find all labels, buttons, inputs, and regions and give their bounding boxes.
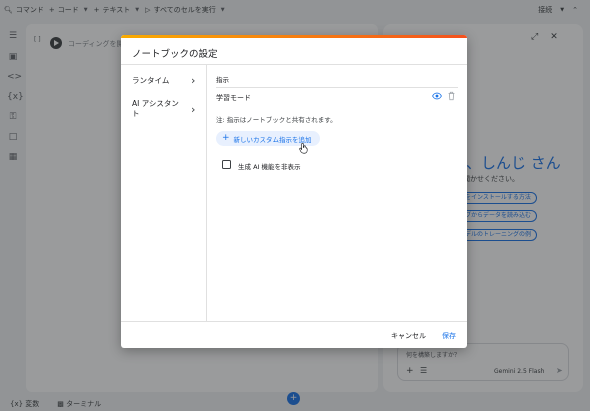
nav-item-ai-assistant[interactable]: AI アシスタント › — [121, 97, 206, 125]
divider — [216, 87, 458, 88]
cancel-button[interactable]: キャンセル — [391, 331, 426, 341]
hide-ai-checkbox[interactable] — [222, 160, 231, 169]
instruction-name: 学習モード — [216, 94, 251, 102]
nav-item-label: ランタイム — [132, 76, 170, 85]
dialog-accent-bar — [121, 35, 467, 38]
chevron-right-icon: › — [191, 103, 196, 116]
trash-icon[interactable] — [447, 91, 456, 101]
dialog-title: ノートブックの設定 — [132, 49, 218, 60]
nav-item-label: AI アシスタント — [132, 99, 179, 118]
divider — [121, 321, 467, 322]
save-button[interactable]: 保存 — [442, 331, 456, 341]
plus-icon: + — [222, 133, 230, 143]
divider — [121, 64, 467, 65]
eye-icon[interactable] — [432, 91, 442, 101]
hide-ai-label: 生成 AI 機能を非表示 — [238, 163, 301, 171]
nav-item-runtime[interactable]: ランタイム › — [121, 71, 206, 93]
hand-cursor-icon — [299, 142, 308, 154]
divider — [206, 65, 207, 321]
sharing-note: 注: 指示はノートブックと共有されます。 — [216, 116, 337, 124]
notebook-settings-dialog: ノートブックの設定 ランタイム › AI アシスタント › 指示 学習モード 注… — [121, 35, 467, 348]
chevron-right-icon: › — [191, 74, 196, 87]
section-header: 指示 — [216, 76, 229, 84]
